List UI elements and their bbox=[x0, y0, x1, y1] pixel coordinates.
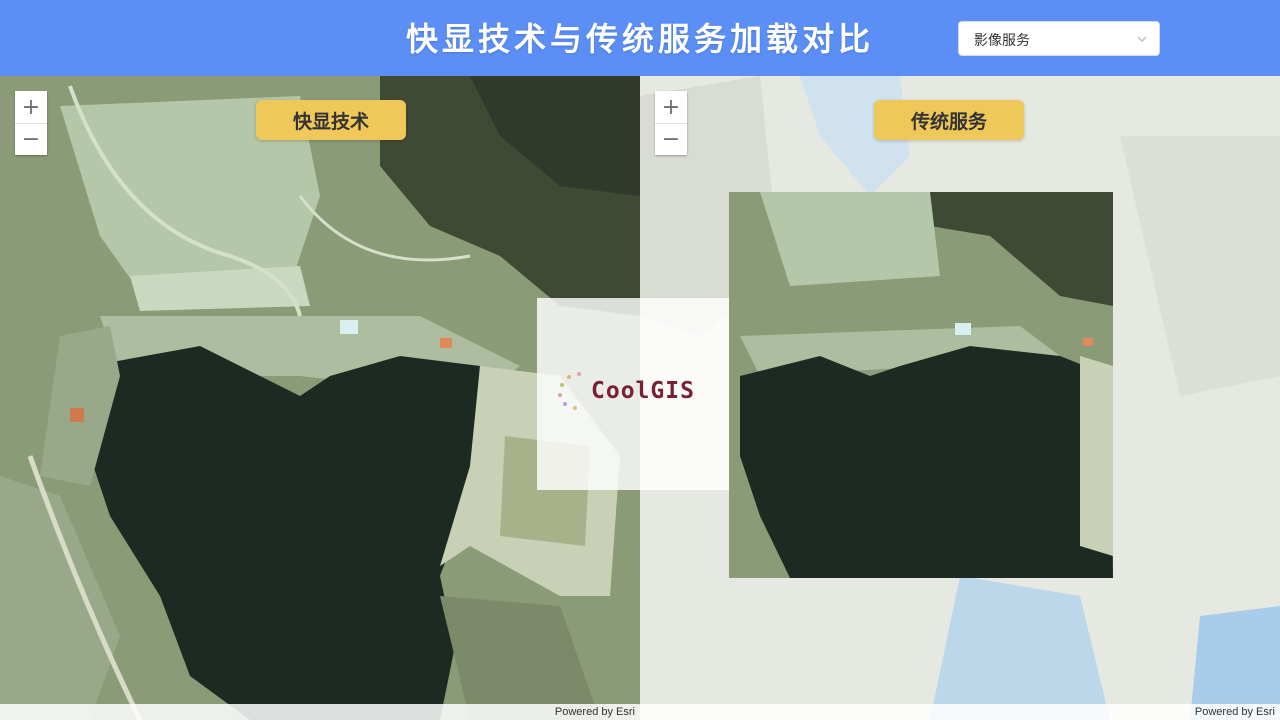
esri-attribution-left: Powered by Esri bbox=[0, 704, 640, 720]
loading-dots-icon bbox=[558, 372, 581, 410]
map-view-traditional-service[interactable]: + − 传统服务 Powered by Esri bbox=[640, 76, 1280, 720]
coolgis-watermark: CoolGIS bbox=[537, 298, 729, 490]
fast-display-badge: 快显技术 bbox=[256, 100, 406, 140]
header-bar: 快显技术与传统服务加载对比 影像服务 bbox=[0, 0, 1280, 76]
layer-service-select-value: 影像服务 bbox=[974, 33, 1030, 49]
traditional-service-badge: 传统服务 bbox=[874, 100, 1024, 140]
watermark-text: CoolGIS bbox=[591, 378, 695, 404]
zoom-out-button[interactable]: − bbox=[15, 123, 47, 155]
zoom-control-right: + − bbox=[655, 91, 687, 155]
basemap-imagery bbox=[640, 76, 1280, 720]
zoom-in-button[interactable]: + bbox=[15, 91, 47, 123]
layer-service-select[interactable]: 影像服务 bbox=[958, 21, 1160, 56]
zoom-out-button[interactable]: − bbox=[655, 123, 687, 155]
zoom-in-button[interactable]: + bbox=[655, 91, 687, 123]
zoom-control-left: + − bbox=[15, 91, 47, 155]
chevron-down-icon bbox=[1137, 36, 1147, 42]
esri-attribution-right: Powered by Esri bbox=[640, 704, 1280, 720]
